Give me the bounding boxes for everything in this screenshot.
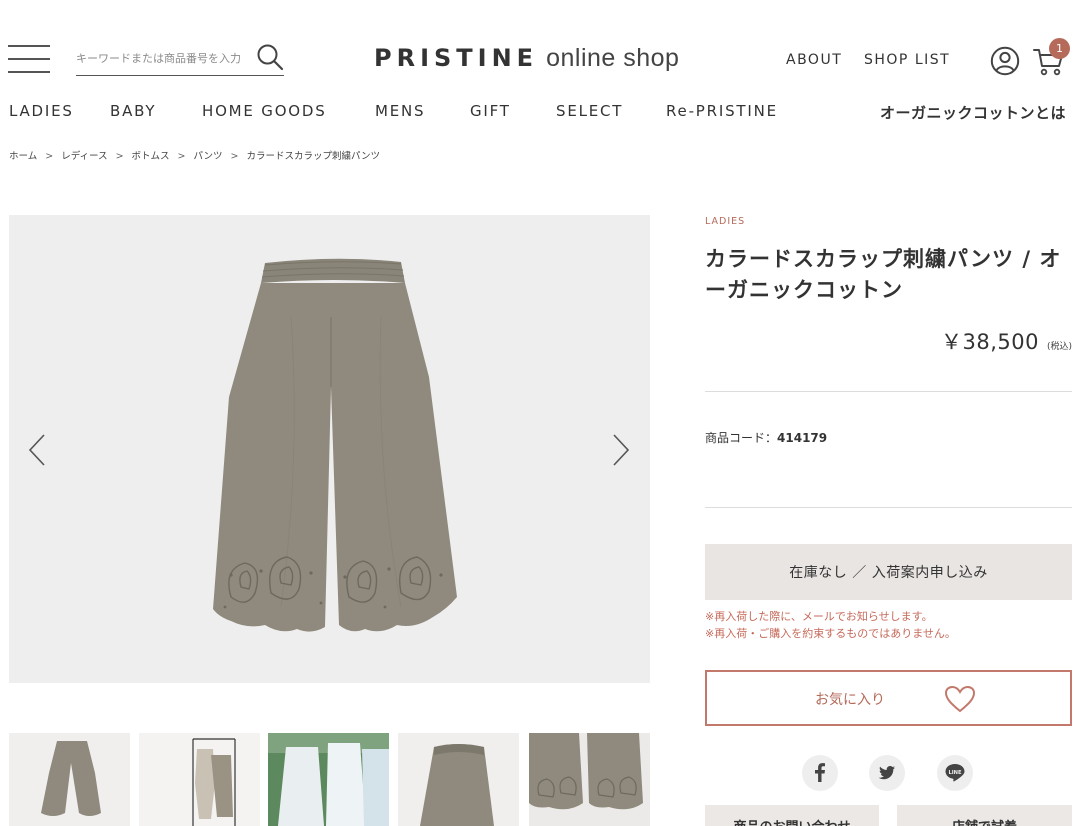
breadcrumb-separator: >: [115, 151, 124, 162]
facebook-icon: [815, 763, 825, 782]
nav-item-gift[interactable]: GIFT: [470, 102, 511, 120]
chevron-right-icon[interactable]: [611, 433, 631, 467]
search-icon[interactable]: [256, 43, 284, 71]
product-category[interactable]: LADIES: [705, 216, 745, 227]
main-nav: LADIES BABY HOME GOODS MENS GIFT SELECT …: [0, 102, 1080, 126]
twitter-share-button[interactable]: [869, 755, 905, 791]
favorite-label: お気に入り: [815, 692, 885, 708]
nav-item-home-goods[interactable]: HOME GOODS: [202, 102, 327, 120]
thumbnail-4[interactable]: [398, 733, 519, 826]
thumbnail-strip: [9, 733, 650, 826]
thumbnail-5[interactable]: [529, 733, 650, 826]
product-code-value: 414179: [777, 431, 828, 445]
product-code: 商品コード：414179: [705, 429, 827, 446]
product-inquiry-button[interactable]: 商品のお問い合わせ: [705, 805, 879, 826]
chevron-left-icon[interactable]: [27, 433, 47, 467]
restock-notes: ※再入荷した際に、メールでお知らせします。 ※再入荷・ご購入を約束するものではあ…: [705, 608, 956, 642]
favorite-button[interactable]: お気に入り: [705, 670, 1072, 726]
nav-item-mens[interactable]: MENS: [375, 102, 425, 120]
product-main-image[interactable]: [9, 215, 650, 683]
nav-item-ladies[interactable]: LADIES: [9, 102, 74, 120]
search-input[interactable]: [76, 48, 246, 68]
price-tax-note: (税込): [1046, 342, 1072, 352]
svg-text:LINE: LINE: [948, 770, 962, 776]
cart-count-badge: 1: [1049, 38, 1070, 59]
site-logo[interactable]: PRISTINE online shop: [374, 44, 679, 78]
product-pants-image: [213, 258, 457, 632]
search-box: [76, 40, 284, 76]
line-icon: LINE: [945, 764, 965, 782]
site-header: PRISTINE online shop ABOUT SHOP LIST 1: [0, 0, 1080, 96]
shop-list-link[interactable]: SHOP LIST: [864, 52, 950, 68]
breadcrumb-bottoms[interactable]: ボトムス: [132, 151, 170, 162]
hamburger-icon[interactable]: [8, 45, 50, 75]
heart-icon: [944, 685, 976, 713]
nav-item-re-pristine[interactable]: Re-PRISTINE: [666, 102, 778, 120]
thumbnail-2[interactable]: [139, 733, 260, 826]
facebook-share-button[interactable]: [802, 755, 838, 791]
product-price: ￥38,500 (税込): [941, 326, 1072, 356]
account-icon[interactable]: [990, 46, 1020, 76]
price-amount: ￥38,500: [940, 330, 1039, 354]
thumbnail-3[interactable]: [268, 733, 389, 826]
twitter-icon: [878, 766, 895, 780]
breadcrumb-separator: >: [230, 151, 239, 162]
about-link[interactable]: ABOUT: [786, 52, 842, 68]
nav-item-baby[interactable]: BABY: [110, 102, 156, 120]
breadcrumb-current: カラードスカラップ刺繍パンツ: [246, 151, 380, 162]
product-title: カラードスカラップ刺繍パンツ / オーガニックコットン: [705, 247, 1062, 302]
product-code-label: 商品コード：: [705, 431, 778, 445]
breadcrumb-pants[interactable]: パンツ: [194, 151, 223, 162]
breadcrumb: ホーム > レディース > ボトムス > パンツ > カラードスカラップ刺繍パンツ: [9, 148, 380, 162]
restock-note-2: ※再入荷・ご購入を約束するものではありません。: [705, 627, 956, 640]
restock-note-1: ※再入荷した際に、メールでお知らせします。: [705, 610, 933, 623]
logo-subtitle: online shop: [546, 44, 680, 72]
breadcrumb-separator: >: [45, 151, 54, 162]
thumbnail-1[interactable]: [9, 733, 130, 826]
line-share-button[interactable]: LINE: [937, 755, 973, 791]
breadcrumb-home[interactable]: ホーム: [9, 151, 37, 162]
restock-notify-button[interactable]: 在庫なし ／ 入荷案内申し込み: [705, 544, 1072, 600]
breadcrumb-separator: >: [177, 151, 186, 162]
logo-brand: PRISTINE: [374, 44, 539, 72]
store-try-on-button[interactable]: 店舗で試着: [897, 805, 1072, 826]
nav-item-organic-cotton[interactable]: オーガニックコットンとは: [880, 102, 1066, 123]
breadcrumb-ladies[interactable]: レディース: [61, 151, 107, 162]
divider: [705, 507, 1072, 508]
divider: [705, 391, 1072, 392]
nav-item-select[interactable]: SELECT: [556, 102, 623, 120]
